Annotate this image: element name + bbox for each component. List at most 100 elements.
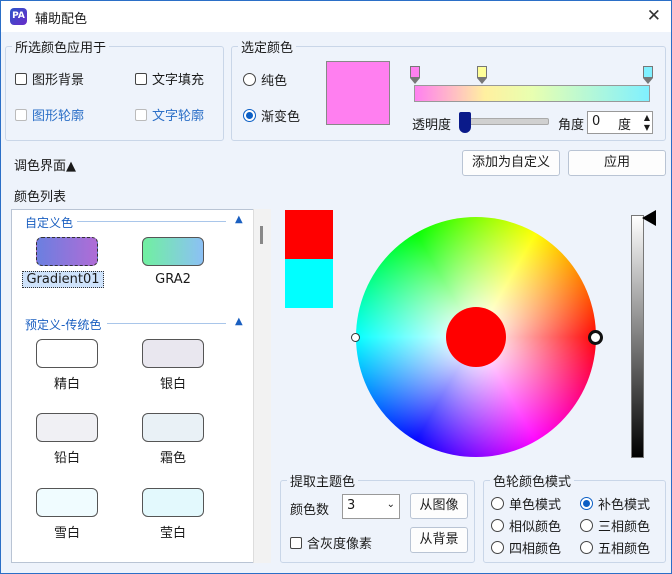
shape-background-label: 图形背景 [32,73,85,88]
complement-marker[interactable] [351,333,360,342]
mode-tetrad-radio[interactable]: 四相颜色 [491,538,561,557]
collapse-icon[interactable]: ▲ [235,214,243,225]
collapse-icon[interactable]: ▲ [235,316,243,327]
mode-option-label: 四相颜色 [509,542,562,557]
custom-color-chip-gradient01[interactable] [36,237,98,266]
custom-section-divider [77,221,226,222]
mode-option-label: 单色模式 [509,498,562,513]
wheel-mode-group-label: 色轮颜色模式 [490,471,575,490]
gradient-color-label: 渐变色 [261,110,301,125]
radio-dot[interactable] [491,519,504,532]
preset-color-name: 精白 [53,377,80,392]
mode-pentad-radio[interactable]: 五相颜色 [580,538,650,557]
mode-complement-radio[interactable]: 补色模式 [580,494,650,513]
include-gray-label: 含灰度像素 [307,537,373,552]
preset-color-chip[interactable] [36,413,98,442]
gradient-color-radio[interactable]: 渐变色 [243,106,300,125]
preset-color-name: 雪白 [53,526,80,541]
transparency-slider-thumb[interactable] [459,112,471,133]
dialog-window: PA 辅助配色 ✕ 所选颜色应用于 图形背景 文字填充 图形轮廓 文字轮廓 选定… [0,0,672,574]
color-count-select[interactable]: 3 ⌄ [342,494,400,519]
preset-color-chip[interactable] [36,339,98,368]
gradient-bar[interactable] [414,85,650,102]
gradient-stop-cap [410,66,420,78]
angle-value[interactable]: 0 [592,114,600,129]
apply-button[interactable]: 应用 [568,150,666,176]
mode-mono-radio[interactable]: 单色模式 [491,494,561,513]
custom-color-name[interactable]: Gradient01 [22,271,104,288]
color-preview-swatch [326,61,390,125]
add-custom-button[interactable]: 添加为自定义 [462,150,560,176]
color-count-label: 颜色数 [290,503,330,518]
angle-unit: 度 [618,118,632,133]
radio-dot[interactable] [243,109,256,122]
shape-background-checkbox[interactable]: 图形背景 [15,69,84,88]
custom-section-title: 自定义色 [25,216,74,230]
preset-color-chip[interactable] [36,488,98,517]
gradient-stop-1[interactable] [410,66,420,84]
gradient-stop-pointer [477,78,487,84]
checkbox-box[interactable] [135,72,147,85]
preset-color-name: 银白 [159,377,186,392]
radio-dot[interactable] [580,541,593,554]
primary-color-box[interactable] [285,210,333,259]
checkbox-box[interactable] [135,108,147,121]
mode-option-label: 补色模式 [598,498,651,513]
wheel-center-color [446,307,506,367]
gradient-stop-3[interactable] [643,66,653,84]
shape-outline-checkbox[interactable]: 图形轮廓 [15,105,84,124]
brightness-slider-thumb[interactable] [642,210,656,226]
close-icon[interactable]: ✕ [647,6,661,26]
checkbox-box[interactable] [15,108,27,121]
color-list-scroll-thumb[interactable] [260,226,263,244]
custom-color-chip-gra2[interactable] [142,237,204,266]
spin-down-icon[interactable]: ▼ [644,123,650,132]
radio-dot[interactable] [243,73,256,86]
color-list-label: 颜色列表 [14,190,67,205]
text-outline-checkbox[interactable]: 文字轮廓 [135,105,204,124]
checkbox-box[interactable] [290,536,302,549]
radio-dot[interactable] [491,541,504,554]
mode-triad-radio[interactable]: 三相颜色 [580,516,650,535]
checkbox-box[interactable] [15,72,27,85]
color-list-scrollbar[interactable] [253,209,271,563]
mode-option-label: 五相颜色 [598,542,651,557]
gradient-stop-pointer [643,78,653,84]
text-outline-label: 文字轮廓 [152,109,205,124]
gradient-stop-2[interactable] [477,66,487,84]
mode-analogous-radio[interactable]: 相似颜色 [491,516,561,535]
chevron-down-icon: ⌄ [386,499,395,510]
app-logo-icon: PA [10,8,27,25]
apply-to-group: 所选颜色应用于 [5,37,224,141]
from-image-button[interactable]: 从图像 [410,493,468,519]
preset-color-chip[interactable] [142,339,204,368]
custom-color-name[interactable]: GRA2 [128,272,218,287]
primary-marker[interactable] [588,330,603,345]
preset-color-chip[interactable] [142,413,204,442]
solid-color-radio[interactable]: 纯色 [243,70,287,89]
radio-dot[interactable] [491,497,504,510]
text-fill-checkbox[interactable]: 文字填充 [135,69,204,88]
title-bar: PA 辅助配色 ✕ [1,1,671,32]
radio-dot[interactable] [580,497,593,510]
from-background-button[interactable]: 从背景 [410,527,468,553]
spin-up-icon[interactable]: ▲ [644,113,650,122]
preset-color-name: 铅白 [53,451,80,466]
gradient-stop-cap [477,66,487,78]
transparency-slider-track[interactable] [459,118,549,125]
angle-spinbox[interactable]: 0 度 ▲ ▼ [587,111,653,134]
shape-outline-label: 图形轮廓 [32,109,85,124]
preset-section-divider [107,323,226,324]
include-gray-checkbox[interactable]: 含灰度像素 [290,533,372,552]
solid-color-label: 纯色 [261,74,288,89]
color-count-value: 3 [347,498,356,513]
preset-color-chip[interactable] [142,488,204,517]
radio-dot[interactable] [580,519,593,532]
complement-color-box[interactable] [285,259,333,308]
palette-toggle[interactable]: 调色界面▲ [14,155,76,174]
angle-label: 角度 [558,118,585,133]
preset-color-name: 莹白 [159,526,186,541]
selected-color-group-label: 选定颜色 [238,37,297,56]
brightness-slider[interactable] [631,215,644,458]
apply-to-group-label: 所选颜色应用于 [12,37,110,56]
